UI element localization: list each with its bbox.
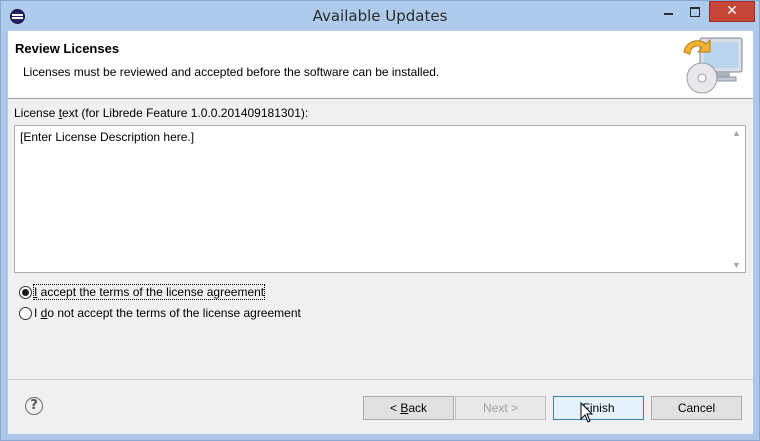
decline-radio-button[interactable] <box>19 307 32 320</box>
close-icon: ✕ <box>726 3 738 19</box>
back-button[interactable]: < Back <box>363 396 454 420</box>
maximize-icon <box>690 7 700 17</box>
help-icon[interactable]: ? <box>25 397 43 415</box>
finish-button[interactable]: Finish <box>553 396 644 420</box>
close-button[interactable]: ✕ <box>709 1 755 22</box>
page-title: Review Licenses <box>15 41 120 56</box>
minimize-button[interactable] <box>655 1 682 22</box>
minimize-icon <box>664 13 673 15</box>
accept-radio-button[interactable] <box>19 286 32 299</box>
accept-radio-label[interactable]: I accept the terms of the license agreem… <box>32 284 266 300</box>
decline-license-radio[interactable]: I do not accept the terms of the license… <box>19 306 319 322</box>
install-update-icon <box>683 37 743 94</box>
page-description: Licenses must be reviewed and accepted b… <box>23 65 440 79</box>
license-scrollbar[interactable]: ▲ ▼ <box>728 126 745 272</box>
cancel-button[interactable]: Cancel <box>651 396 742 420</box>
license-text-label: License text (for Librede Feature 1.0.0.… <box>14 106 309 120</box>
available-updates-window: Available Updates ✕ Review Licenses Lice… <box>0 0 760 441</box>
maximize-button[interactable] <box>682 1 709 22</box>
dialog-client-area: Review Licenses Licenses must be reviewe… <box>8 31 753 434</box>
radio-selected-dot <box>22 289 29 296</box>
footer-separator <box>8 379 753 380</box>
license-text: [Enter License Description here.] <box>20 130 195 144</box>
next-button[interactable]: Next > <box>455 396 546 420</box>
license-text-area[interactable]: [Enter License Description here.] ▲ ▼ <box>14 125 746 273</box>
decline-radio-label[interactable]: I do not accept the terms of the license… <box>34 306 301 320</box>
accept-license-radio[interactable]: I accept the terms of the license agreem… <box>19 284 279 301</box>
scroll-down-icon[interactable]: ▼ <box>732 260 741 270</box>
window-title: Available Updates <box>312 7 448 25</box>
wizard-header: Review Licenses Licenses must be reviewe… <box>8 31 753 99</box>
mouse-cursor-icon <box>580 402 594 423</box>
scroll-up-icon[interactable]: ▲ <box>732 128 741 138</box>
title-bar[interactable]: Available Updates ✕ <box>1 1 759 31</box>
